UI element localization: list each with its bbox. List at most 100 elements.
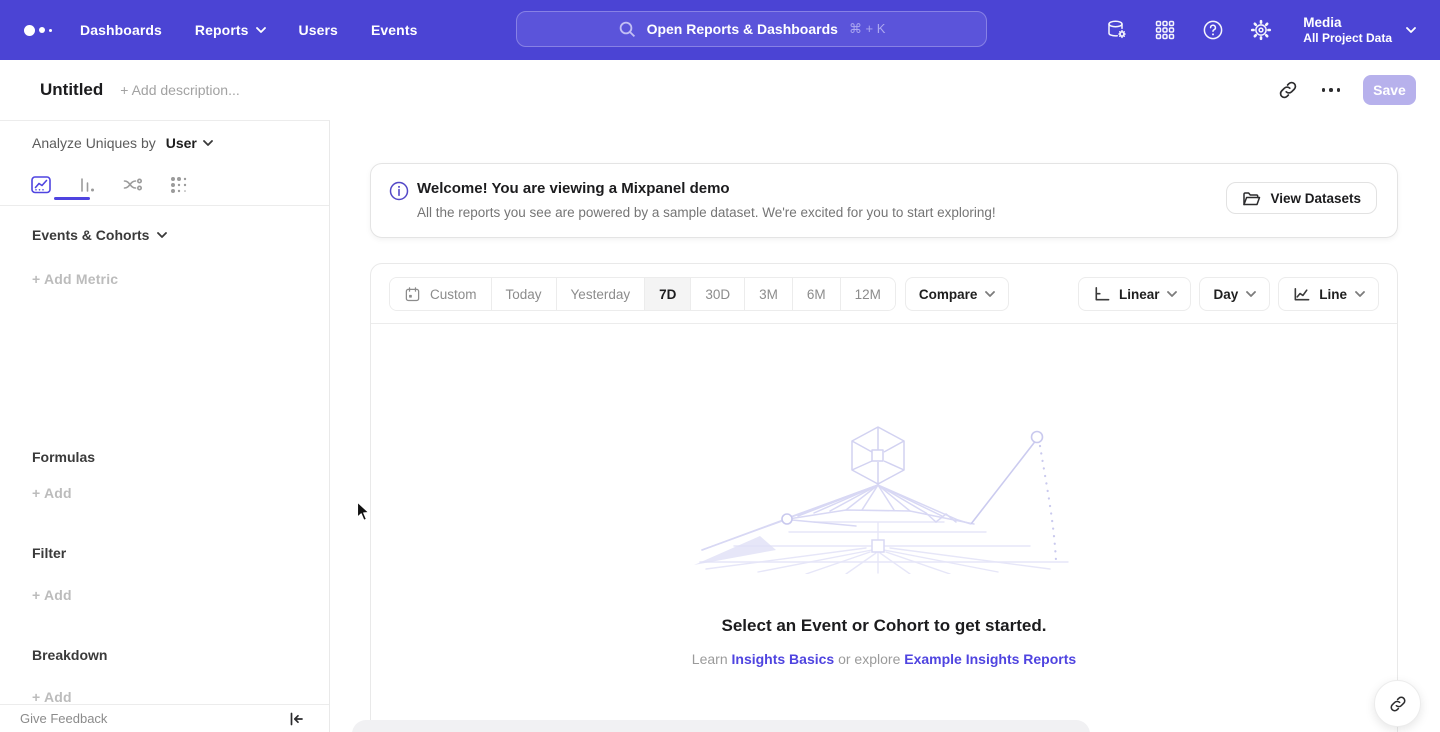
compare-label: Compare [919, 287, 978, 302]
date-range-today[interactable]: Today [492, 278, 557, 310]
analyze-by-value: User [166, 135, 197, 151]
folder-open-icon [1242, 190, 1261, 207]
chevron-down-icon [1406, 27, 1416, 33]
tab-flows[interactable] [122, 174, 146, 198]
formulas-label: Formulas [32, 449, 95, 465]
scale-label: Linear [1119, 287, 1160, 302]
date-range-custom[interactable]: Custom [390, 278, 492, 310]
search-shortcut-hint: ⌘ + K [849, 21, 886, 37]
project-switcher[interactable]: Media All Project Data [1303, 14, 1416, 46]
nav-item-reports[interactable]: Reports [195, 22, 266, 38]
collapse-sidebar-icon[interactable] [287, 710, 305, 728]
project-scope: All Project Data [1303, 31, 1392, 46]
events-cohorts-section-header[interactable]: Events & Cohorts [32, 227, 167, 243]
nav-item-users[interactable]: Users [299, 22, 338, 38]
tab-insights-chart[interactable] [30, 174, 54, 198]
demo-welcome-banner: Welcome! You are viewing a Mixpanel demo… [370, 163, 1398, 238]
add-formula-button[interactable]: + Add [32, 485, 72, 501]
breakdown-section-header: Breakdown [32, 647, 107, 663]
linear-axis-icon [1092, 285, 1111, 303]
search-placeholder: Open Reports & Dashboards [647, 21, 838, 37]
banner-body: All the reports you see are powered by a… [417, 205, 996, 220]
date-range-30d[interactable]: 30D [691, 278, 745, 310]
chart-type-label: Line [1319, 287, 1347, 302]
top-navbar: Dashboards Reports Users Events Open Rep… [0, 0, 1440, 60]
chevron-down-icon [1355, 291, 1365, 297]
bottom-sheet-edge [352, 720, 1090, 732]
date-range-custom-label: Custom [430, 287, 477, 302]
date-range-3m[interactable]: 3M [745, 278, 793, 310]
nav-item-dashboards[interactable]: Dashboards [80, 22, 162, 38]
copy-link-icon[interactable] [1277, 79, 1299, 101]
more-options-button[interactable] [1320, 82, 1343, 98]
settings-gear-icon[interactable] [1249, 18, 1273, 42]
compare-button[interactable]: Compare [905, 277, 1010, 311]
example-insights-reports-link[interactable]: Example Insights Reports [904, 651, 1076, 667]
nav-item-events-label: Events [371, 22, 418, 38]
report-header-actions: Save [1277, 75, 1440, 105]
data-management-icon[interactable] [1105, 18, 1129, 42]
floating-share-link-button[interactable] [1374, 680, 1421, 727]
view-datasets-label: View Datasets [1270, 191, 1361, 206]
chart-type-selector-button[interactable]: Line [1278, 277, 1379, 311]
mixpanel-logo[interactable] [24, 0, 52, 60]
global-search-bar[interactable]: Open Reports & Dashboards ⌘ + K [516, 11, 987, 47]
empty-state-title: Select an Event or Cohort to get started… [722, 616, 1047, 636]
filter-section-header: Filter [32, 545, 66, 561]
chart-display-controls: Linear Day Line [1078, 277, 1379, 311]
report-title[interactable]: Untitled [40, 80, 103, 100]
view-datasets-button[interactable]: View Datasets [1226, 182, 1377, 214]
empty-state: Select an Event or Cohort to get started… [371, 422, 1397, 667]
nav-item-events[interactable]: Events [371, 22, 418, 38]
chevron-down-icon [985, 291, 995, 297]
add-filter-button[interactable]: + Add [32, 587, 72, 603]
banner-title: Welcome! You are viewing a Mixpanel demo [417, 180, 730, 197]
date-range-6m[interactable]: 6M [793, 278, 841, 310]
formulas-section-header: Formulas [32, 449, 95, 465]
apps-grid-icon[interactable] [1153, 18, 1177, 42]
nav-item-dashboards-label: Dashboards [80, 22, 162, 38]
breakdown-label: Breakdown [32, 647, 107, 663]
link-icon [1388, 694, 1408, 714]
learn-prefix: Learn [692, 651, 728, 667]
search-icon [618, 20, 636, 38]
analyze-by-dropdown[interactable]: User [166, 135, 213, 151]
navbar-right-cluster: Media All Project Data [1105, 0, 1440, 60]
report-controls-row: Custom Today Yesterday 7D 30D 3M 6M 12M … [371, 264, 1397, 323]
date-range-12m[interactable]: 12M [841, 278, 895, 310]
date-range-segmented-control: Custom Today Yesterday 7D 30D 3M 6M 12M [389, 277, 896, 311]
events-cohorts-label: Events & Cohorts [32, 227, 149, 243]
analyze-prefix-label: Analyze Uniques by [32, 135, 156, 151]
insights-basics-link[interactable]: Insights Basics [732, 651, 835, 667]
empty-state-subtext: Learn Insights Basics or explore Example… [692, 651, 1076, 667]
give-feedback-link[interactable]: Give Feedback [20, 711, 107, 726]
report-header: Untitled + Add description... Save [0, 60, 1440, 120]
tab-retention[interactable] [168, 174, 192, 198]
granularity-selector-button[interactable]: Day [1199, 277, 1270, 311]
report-description-placeholder[interactable]: + Add description... [120, 82, 239, 98]
tab-bar-chart[interactable] [76, 174, 100, 198]
date-range-7d[interactable]: 7D [645, 278, 691, 310]
chevron-down-icon [256, 27, 266, 33]
add-metric-button[interactable]: + Add Metric [32, 271, 118, 287]
line-chart-icon [1292, 285, 1311, 303]
main-content: Welcome! You are viewing a Mixpanel demo… [330, 120, 1440, 732]
nav-item-users-label: Users [299, 22, 338, 38]
middle-text: or explore [838, 651, 900, 667]
date-range-yesterday[interactable]: Yesterday [557, 278, 646, 310]
metric-type-tabs [0, 167, 329, 206]
mixpanel-insights-page: Dashboards Reports Users Events Open Rep… [0, 0, 1440, 732]
analyze-uniques-row: Analyze Uniques by User [32, 135, 213, 151]
chevron-down-icon [1246, 291, 1256, 297]
chevron-down-icon [203, 140, 213, 146]
scale-selector-button[interactable]: Linear [1078, 277, 1192, 311]
info-icon [389, 181, 409, 201]
help-icon[interactable] [1201, 18, 1225, 42]
mouse-cursor [356, 501, 371, 522]
save-button[interactable]: Save [1363, 75, 1416, 105]
filter-label: Filter [32, 545, 66, 561]
add-breakdown-button[interactable]: + Add [32, 689, 72, 705]
empty-state-illustration [694, 422, 1074, 574]
primary-nav: Dashboards Reports Users Events [80, 0, 417, 60]
controls-divider [371, 323, 1397, 324]
